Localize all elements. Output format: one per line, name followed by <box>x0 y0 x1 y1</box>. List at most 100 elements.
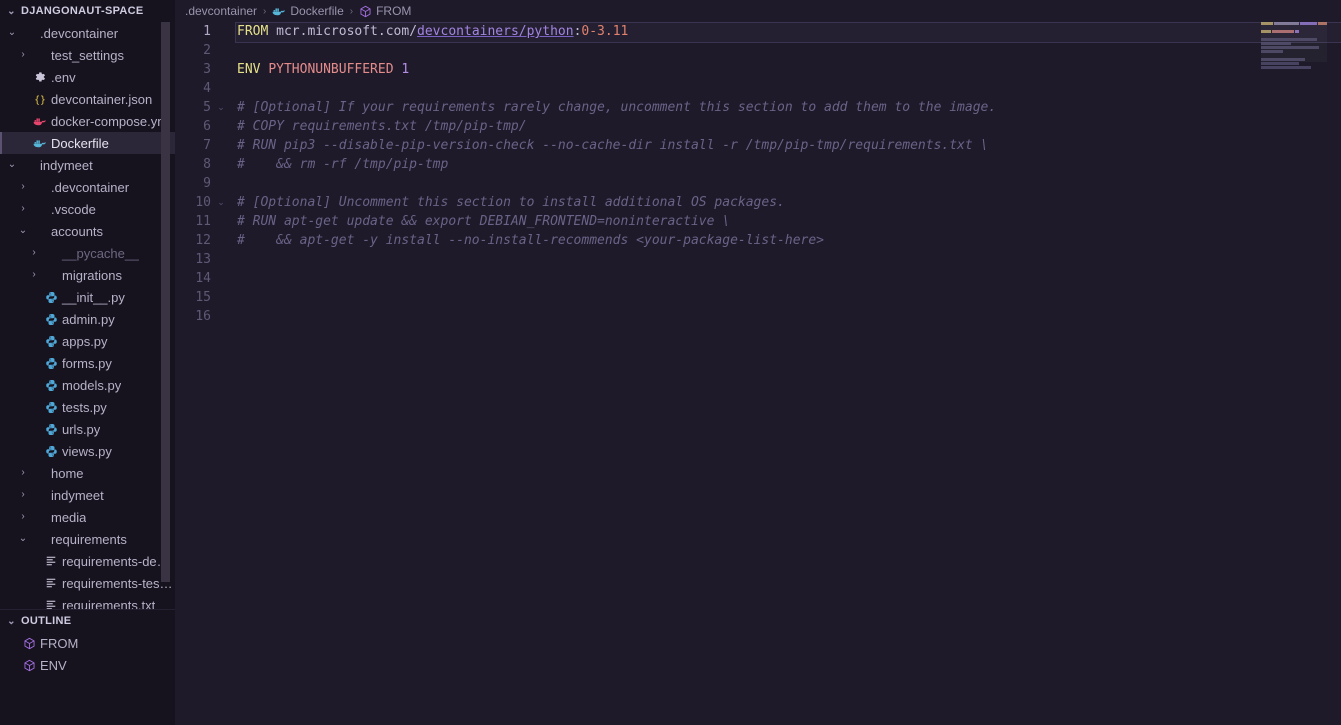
file-tree-item[interactable]: requirements-test.… <box>0 572 175 594</box>
chevron-right-icon[interactable]: › <box>15 182 31 192</box>
outline-item[interactable]: ENV <box>0 654 175 676</box>
line-number: 10 <box>195 195 211 210</box>
file-tree-item-selected[interactable]: Dockerfile <box>0 132 175 154</box>
file-icon-slot <box>42 313 60 326</box>
file-tree-item[interactable]: › .devcontainer <box>0 176 175 198</box>
vscode-window: ⌄ DJANGONAUT-SPACE ⌄ .devcontainer › test_s… <box>0 0 1341 725</box>
file-tree-item[interactable]: __init__.py <box>0 286 175 308</box>
file-icon-slot <box>42 335 60 348</box>
code-line[interactable]: 13 <box>175 250 1341 269</box>
file-tree-item[interactable]: urls.py <box>0 418 175 440</box>
breadcrumb-item[interactable]: Dockerfile <box>272 4 344 18</box>
outline-section-header[interactable]: ⌄ OUTLINE <box>0 610 175 632</box>
chevron-right-icon[interactable]: › <box>15 204 31 214</box>
file-tree-item[interactable]: › test_settings <box>0 44 175 66</box>
chevron-right-icon[interactable]: › <box>15 490 31 500</box>
code-line[interactable]: 15 <box>175 288 1341 307</box>
code-line[interactable]: 6 # COPY requirements.txt /tmp/pip-tmp/ <box>175 117 1341 136</box>
file-tree-item-label: forms.py <box>62 355 112 371</box>
sidebar-scrollbar[interactable] <box>161 22 170 582</box>
code-line[interactable]: 5 ⌄ # [Optional] If your requirements rare… <box>175 98 1341 117</box>
code-line-current[interactable]: 1 FROM mcr.microsoft.com/devcontainers/py… <box>175 22 1341 43</box>
file-tree-item[interactable]: › .vscode <box>0 198 175 220</box>
overview-ruler[interactable] <box>1327 22 1341 725</box>
file-tree-item-label: .devcontainer <box>40 25 119 41</box>
line-number: 15 <box>195 290 211 305</box>
file-tree-item[interactable]: tests.py <box>0 396 175 418</box>
file-tree-item[interactable]: › media <box>0 506 175 528</box>
code-line[interactable]: 4 <box>175 79 1341 98</box>
file-tree-item-label: apps.py <box>62 333 108 349</box>
code-line[interactable]: 10 ⌄ # [Optional] Uncomment this section t… <box>175 193 1341 212</box>
code-token: mcr.microsoft.com/ <box>268 24 418 39</box>
line-number: 4 <box>203 81 211 96</box>
file-icon-slot <box>42 423 60 436</box>
breadcrumb-item-label: .devcontainer <box>185 4 258 18</box>
code-editor[interactable]: 1 FROM mcr.microsoft.com/devcontainers/py… <box>175 22 1341 725</box>
file-tree-item[interactable]: › migrations <box>0 264 175 286</box>
file-tree-item[interactable]: forms.py <box>0 352 175 374</box>
file-tree-item[interactable]: › indymeet <box>0 484 175 506</box>
explorer-section-header[interactable]: ⌄ DJANGONAUT-SPACE <box>0 0 175 22</box>
code-line[interactable]: 12 # && apt-get -y install --no-install-r… <box>175 231 1341 250</box>
file-tree-item[interactable]: ⌄ indymeet <box>0 154 175 176</box>
breadcrumb[interactable]: .devcontainer › Dockerfile › FROM <box>175 0 1341 22</box>
file-tree-item[interactable]: .env <box>0 66 175 88</box>
file-tree[interactable]: ⌄ .devcontainer › test_settings .env {} devcon… <box>0 22 175 609</box>
code-line[interactable]: 7 # RUN pip3 --disable-pip-version-check … <box>175 136 1341 155</box>
chevron-right-icon[interactable]: › <box>15 50 31 60</box>
file-tree-item[interactable]: requirements.txt <box>0 594 175 609</box>
python-icon <box>45 379 58 392</box>
line-number: 7 <box>203 138 211 153</box>
file-tree-item[interactable]: ⌄ requirements <box>0 528 175 550</box>
code-token[interactable]: devcontainers/python <box>417 24 574 39</box>
file-icon-slot <box>42 379 60 392</box>
code-line[interactable]: 9 <box>175 174 1341 193</box>
code-line-text: # RUN apt-get update && export DEBIAN_FR… <box>231 214 730 229</box>
chevron-right-icon[interactable]: › <box>15 512 31 522</box>
file-icon-slot: {} <box>31 93 49 106</box>
file-tree-item-label: views.py <box>62 443 112 459</box>
chevron-right-icon[interactable]: › <box>26 270 42 280</box>
chevron-down-icon[interactable]: ⌄ <box>4 28 20 38</box>
file-tree-item[interactable]: docker-compose.yml <box>0 110 175 132</box>
chevron-down-icon[interactable]: ⌄ <box>15 226 31 236</box>
code-line[interactable]: 8 # && rm -rf /tmp/pip-tmp <box>175 155 1341 174</box>
file-tree-item[interactable]: requirements-dev.t… <box>0 550 175 572</box>
file-tree-item[interactable]: › home <box>0 462 175 484</box>
file-tree-item[interactable]: ⌄ .devcontainer <box>0 22 175 44</box>
code-line-text: FROM mcr.microsoft.com/devcontainers/pyt… <box>231 24 628 39</box>
code-token: ENV <box>237 62 261 77</box>
file-tree-item-label: indymeet <box>51 487 104 503</box>
file-tree-item[interactable]: › __pycache__ <box>0 242 175 264</box>
file-tree-item[interactable]: ⌄ accounts <box>0 220 175 242</box>
outline-tree[interactable]: FROM ENV <box>0 632 175 676</box>
breadcrumb-item[interactable]: FROM <box>359 4 411 18</box>
fold-chevron-down-icon[interactable]: ⌄ <box>211 197 231 208</box>
file-tree-item-label: tests.py <box>62 399 107 415</box>
file-tree-item[interactable]: views.py <box>0 440 175 462</box>
breadcrumb-item-label: Dockerfile <box>290 4 344 18</box>
file-tree-item-label: admin.py <box>62 311 115 327</box>
fold-chevron-down-icon[interactable]: ⌄ <box>211 102 231 113</box>
code-line[interactable]: 14 <box>175 269 1341 288</box>
file-tree-item[interactable]: {} devcontainer.json <box>0 88 175 110</box>
file-icon-slot <box>31 137 49 150</box>
outline-item[interactable]: FROM <box>0 632 175 654</box>
chevron-right-icon[interactable]: › <box>15 468 31 478</box>
code-line[interactable]: 16 <box>175 307 1341 326</box>
chevron-down-icon[interactable]: ⌄ <box>4 160 20 170</box>
chevron-down-icon[interactable]: ⌄ <box>15 534 31 544</box>
file-tree-item[interactable]: admin.py <box>0 308 175 330</box>
code-line[interactable]: 11 # RUN apt-get update && export DEBIAN_… <box>175 212 1341 231</box>
chevron-down-icon: ⌄ <box>7 5 16 17</box>
chevron-right-icon[interactable]: › <box>26 248 42 258</box>
breadcrumb-item[interactable]: .devcontainer <box>185 4 257 18</box>
file-tree-item[interactable]: apps.py <box>0 330 175 352</box>
code-line-text: # && apt-get -y install --no-install-rec… <box>231 233 824 248</box>
code-line[interactable]: 2 <box>175 41 1341 60</box>
outline-item-label: FROM <box>40 635 79 651</box>
file-tree-item[interactable]: models.py <box>0 374 175 396</box>
file-tree-item-label: migrations <box>62 267 122 283</box>
code-line[interactable]: 3 ENV PYTHONUNBUFFERED 1 <box>175 60 1341 79</box>
